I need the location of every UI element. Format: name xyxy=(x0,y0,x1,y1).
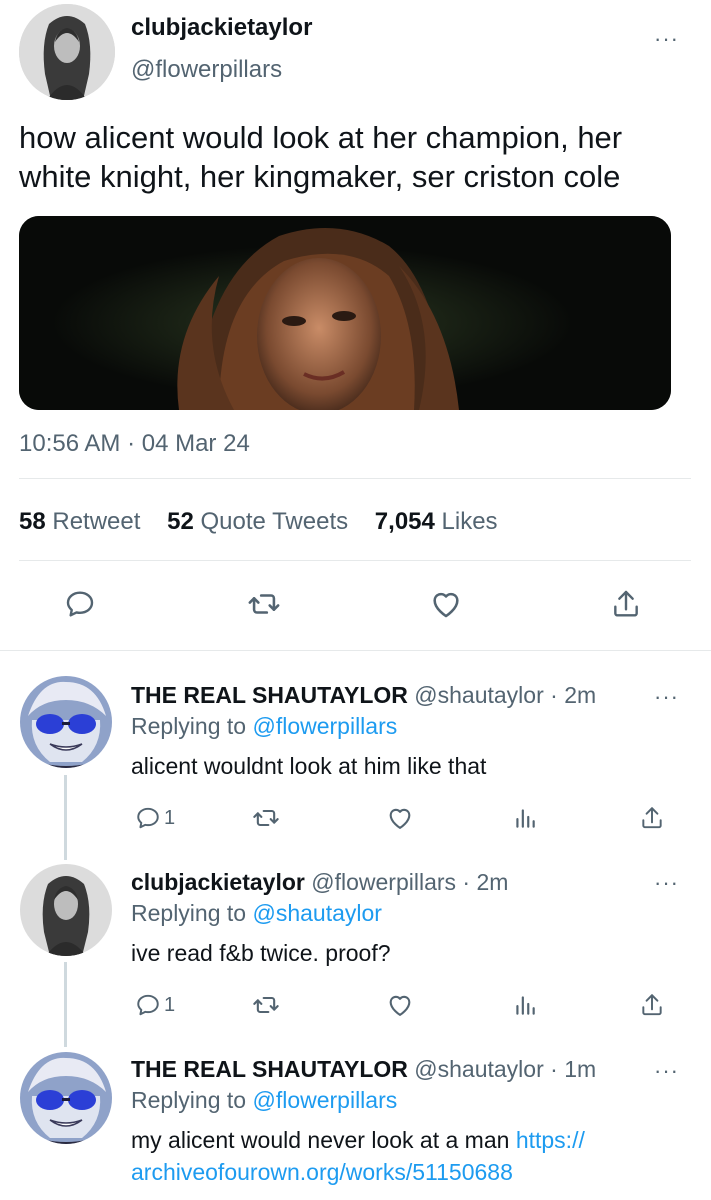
share-icon[interactable] xyxy=(632,985,672,1025)
retweet-icon[interactable] xyxy=(244,584,284,624)
reply-avatar[interactable] xyxy=(20,864,112,956)
like-icon[interactable] xyxy=(426,584,466,624)
retweet-label: Retweet xyxy=(52,508,141,535)
reply-display-name[interactable]: clubjackietaylor xyxy=(131,869,305,895)
replying-to: Replying to @shautaylor xyxy=(131,900,382,927)
like-icon[interactable] xyxy=(380,985,420,1025)
link-line-1[interactable]: https:// xyxy=(516,1127,585,1153)
tweet-stats: 58 Retweet 52 Quote Tweets 7,054 Likes xyxy=(19,508,518,536)
reply-header: THE REAL SHAUTAYLOR @shautaylor · 2m xyxy=(131,682,596,709)
reply-time[interactable]: · 2m xyxy=(462,869,508,895)
main-tweet: clubjackietaylor @flowerpillars ··· how … xyxy=(0,0,711,650)
quote-count: 52 xyxy=(167,508,194,535)
share-icon[interactable] xyxy=(606,584,646,624)
reply-display-name[interactable]: THE REAL SHAUTAYLOR xyxy=(131,682,408,708)
reply-handle[interactable]: @flowerpillars xyxy=(311,869,456,895)
quote-label: Quote Tweets xyxy=(200,508,349,535)
reply-count: 1 xyxy=(164,807,176,829)
reply-header: clubjackietaylor @flowerpillars · 2m xyxy=(131,869,508,896)
divider xyxy=(19,478,691,479)
share-icon[interactable] xyxy=(632,798,672,838)
reply-display-name[interactable]: THE REAL SHAUTAYLOR xyxy=(131,1056,408,1082)
replying-to-link[interactable]: @flowerpillars xyxy=(252,713,397,739)
reply-header: THE REAL SHAUTAYLOR @shautaylor · 1m xyxy=(131,1056,596,1083)
replying-prefix: Replying to xyxy=(131,713,247,739)
retweet-icon[interactable] xyxy=(246,985,286,1025)
more-options-icon[interactable]: ··· xyxy=(654,684,679,710)
replying-prefix: Replying to xyxy=(131,900,247,926)
author-handle[interactable]: @flowerpillars xyxy=(131,56,282,84)
reply-avatar[interactable] xyxy=(20,1052,112,1144)
analytics-icon[interactable] xyxy=(505,798,545,838)
retweet-icon[interactable] xyxy=(246,798,286,838)
replying-to: Replying to @flowerpillars xyxy=(131,713,397,740)
analytics-icon[interactable] xyxy=(505,985,545,1025)
reply-time[interactable]: · 2m xyxy=(550,682,596,708)
reply-text-body: my alicent would never look at a man xyxy=(131,1127,510,1153)
link-line-2[interactable]: archiveofourown.org/works/51150688 xyxy=(131,1159,513,1185)
reply-icon[interactable] xyxy=(128,985,168,1025)
thread-connector xyxy=(64,962,67,1047)
like-icon[interactable] xyxy=(380,798,420,838)
more-options-icon[interactable]: ··· xyxy=(654,870,679,896)
tweet-timestamp[interactable]: 10:56 AM · 04 Mar 24 xyxy=(19,430,250,458)
divider xyxy=(19,560,691,561)
author-display-name[interactable]: clubjackietaylor xyxy=(131,14,312,42)
reply-avatar[interactable] xyxy=(20,676,112,768)
like-label: Likes xyxy=(441,508,498,535)
like-count: 7,054 xyxy=(374,508,435,535)
reply-text: ive read f&b twice. proof? xyxy=(131,940,391,966)
quote-stat[interactable]: 52 Quote Tweets xyxy=(167,508,348,535)
tweet-text: how alicent would look at her champion, … xyxy=(19,120,623,194)
reply-time[interactable]: · 1m xyxy=(550,1056,596,1082)
replying-to: Replying to @flowerpillars xyxy=(131,1087,397,1114)
tweet-media-image[interactable] xyxy=(19,216,671,410)
reply-icon[interactable] xyxy=(60,584,100,624)
retweet-count: 58 xyxy=(19,508,46,535)
reply-text: alicent wouldnt look at him like that xyxy=(131,753,487,779)
author-avatar[interactable] xyxy=(19,4,115,100)
section-separator xyxy=(0,650,711,651)
reply-text: my alicent would never look at a man htt… xyxy=(131,1124,691,1188)
more-options-icon[interactable]: ··· xyxy=(654,1058,679,1084)
reply-handle[interactable]: @shautaylor xyxy=(414,1056,543,1082)
thread-connector xyxy=(64,775,67,860)
replying-prefix: Replying to xyxy=(131,1087,247,1113)
more-options-icon[interactable]: ··· xyxy=(654,26,679,52)
reply-count: 1 xyxy=(164,994,176,1016)
like-stat[interactable]: 7,054 Likes xyxy=(375,508,498,535)
reply-icon[interactable] xyxy=(128,798,168,838)
retweet-stat[interactable]: 58 Retweet xyxy=(19,508,140,535)
replying-to-link[interactable]: @flowerpillars xyxy=(252,1087,397,1113)
reply-handle[interactable]: @shautaylor xyxy=(414,682,543,708)
replying-to-link[interactable]: @shautaylor xyxy=(252,900,381,926)
